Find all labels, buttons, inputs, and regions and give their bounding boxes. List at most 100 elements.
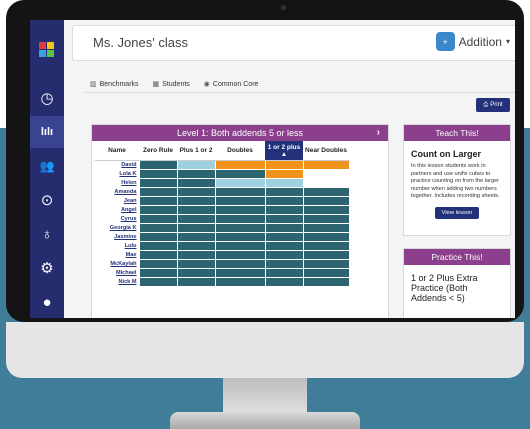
column-header[interactable]: Plus 1 or 2: [177, 141, 215, 161]
benchmark-cell[interactable]: [264, 169, 304, 179]
benchmark-cell[interactable]: [302, 214, 350, 224]
benchmark-cell[interactable]: [176, 259, 216, 269]
benchmark-cell[interactable]: [214, 277, 266, 287]
sidebar-item-profile[interactable]: ●: [30, 286, 64, 318]
tab-common-core[interactable]: ◉ Common Core: [204, 80, 259, 89]
benchmark-cell[interactable]: [264, 160, 304, 170]
student-name-link[interactable]: Nick M: [95, 277, 139, 287]
benchmark-cell[interactable]: [214, 232, 266, 242]
app-logo[interactable]: [30, 34, 64, 66]
benchmark-cell[interactable]: [264, 277, 304, 287]
practice-title[interactable]: 1 or 2 Plus Extra Practice (Both Addends…: [411, 273, 503, 303]
benchmark-cell[interactable]: [176, 205, 216, 215]
benchmark-cell[interactable]: [138, 187, 178, 197]
benchmark-cell[interactable]: [176, 187, 216, 197]
student-name-link[interactable]: Jasmine: [95, 232, 139, 242]
student-name-link[interactable]: Amanda: [95, 187, 139, 197]
benchmark-cell[interactable]: [176, 232, 216, 242]
benchmark-cell[interactable]: [302, 169, 350, 179]
benchmark-cell[interactable]: [302, 259, 350, 269]
benchmark-cell[interactable]: [264, 187, 304, 197]
benchmark-cell[interactable]: [138, 196, 178, 206]
benchmark-cell[interactable]: [214, 160, 266, 170]
sidebar-item-awards[interactable]: ♁: [30, 218, 64, 250]
student-name-link[interactable]: Cyrus: [95, 214, 139, 224]
sidebar-item-students[interactable]: 👥: [30, 150, 64, 182]
benchmark-cell[interactable]: [214, 187, 266, 197]
tab-students[interactable]: ▦ Students: [153, 80, 190, 89]
benchmark-cell[interactable]: [302, 187, 350, 197]
benchmark-cell[interactable]: [176, 160, 216, 170]
student-name-link[interactable]: Lulu: [95, 241, 139, 251]
benchmark-cell[interactable]: [302, 223, 350, 233]
tab-benchmarks[interactable]: ▥ Benchmarks: [90, 80, 139, 89]
benchmark-cell[interactable]: [264, 205, 304, 215]
next-level-arrow-icon[interactable]: ›: [377, 127, 380, 138]
print-button[interactable]: ⎙ Print: [476, 98, 510, 112]
view-lesson-button[interactable]: View lesson: [435, 206, 479, 219]
benchmark-cell[interactable]: [138, 268, 178, 278]
student-name-link[interactable]: David: [95, 160, 139, 170]
benchmark-cell[interactable]: [138, 277, 178, 287]
name-column-header[interactable]: Name: [95, 141, 139, 161]
benchmark-cell[interactable]: [138, 223, 178, 233]
benchmark-cell[interactable]: [302, 178, 350, 188]
benchmark-cell[interactable]: [214, 214, 266, 224]
benchmark-cell[interactable]: [302, 250, 350, 260]
benchmark-cell[interactable]: [264, 232, 304, 242]
student-name-link[interactable]: Jean: [95, 196, 139, 206]
student-name-link[interactable]: Helen: [95, 178, 139, 188]
benchmark-cell[interactable]: [138, 160, 178, 170]
benchmark-cell[interactable]: [302, 268, 350, 278]
benchmark-cell[interactable]: [214, 178, 266, 188]
benchmark-cell[interactable]: [176, 250, 216, 260]
benchmark-cell[interactable]: [214, 196, 266, 206]
subject-dropdown[interactable]: + Addition ▾: [435, 32, 510, 51]
benchmark-cell[interactable]: [302, 241, 350, 251]
benchmark-cell[interactable]: [176, 241, 216, 251]
benchmark-cell[interactable]: [138, 205, 178, 215]
benchmark-cell[interactable]: [138, 232, 178, 242]
sidebar-item-reports[interactable]: lılı: [30, 116, 64, 148]
benchmark-cell[interactable]: [214, 241, 266, 251]
benchmark-cell[interactable]: [302, 232, 350, 242]
benchmark-cell[interactable]: [264, 223, 304, 233]
benchmark-cell[interactable]: [176, 178, 216, 188]
benchmark-cell[interactable]: [176, 169, 216, 179]
benchmark-cell[interactable]: [176, 268, 216, 278]
benchmark-cell[interactable]: [302, 160, 350, 170]
benchmark-cell[interactable]: [176, 196, 216, 206]
benchmark-cell[interactable]: [214, 169, 266, 179]
student-name-link[interactable]: Georgia K: [95, 223, 139, 233]
column-header[interactable]: Zero Rule: [139, 141, 177, 161]
sidebar-item-play[interactable]: ⊙: [30, 184, 64, 216]
benchmark-cell[interactable]: [214, 205, 266, 215]
column-header-sorted[interactable]: 1 or 2 plus ▲: [265, 141, 303, 161]
benchmark-cell[interactable]: [138, 250, 178, 260]
benchmark-cell[interactable]: [214, 268, 266, 278]
benchmark-cell[interactable]: [264, 250, 304, 260]
benchmark-cell[interactable]: [138, 241, 178, 251]
sidebar-item-settings[interactable]: ⚙: [30, 252, 64, 284]
benchmark-cell[interactable]: [264, 196, 304, 206]
benchmark-cell[interactable]: [176, 277, 216, 287]
sidebar-item-history[interactable]: ◷: [30, 82, 64, 114]
student-name-link[interactable]: Michael: [95, 268, 139, 278]
benchmark-cell[interactable]: [264, 268, 304, 278]
student-name-link[interactable]: McKaylah: [95, 259, 139, 269]
column-header[interactable]: Near Doubles: [303, 141, 349, 161]
benchmark-cell[interactable]: [302, 196, 350, 206]
benchmark-cell[interactable]: [214, 250, 266, 260]
benchmark-cell[interactable]: [264, 259, 304, 269]
benchmark-cell[interactable]: [176, 223, 216, 233]
benchmark-cell[interactable]: [138, 169, 178, 179]
benchmark-cell[interactable]: [214, 223, 266, 233]
benchmark-cell[interactable]: [138, 214, 178, 224]
student-name-link[interactable]: Lola K: [95, 169, 139, 179]
benchmark-cell[interactable]: [264, 214, 304, 224]
benchmark-cell[interactable]: [302, 205, 350, 215]
benchmark-cell[interactable]: [264, 178, 304, 188]
benchmark-cell[interactable]: [138, 259, 178, 269]
benchmark-cell[interactable]: [264, 241, 304, 251]
benchmark-cell[interactable]: [214, 259, 266, 269]
